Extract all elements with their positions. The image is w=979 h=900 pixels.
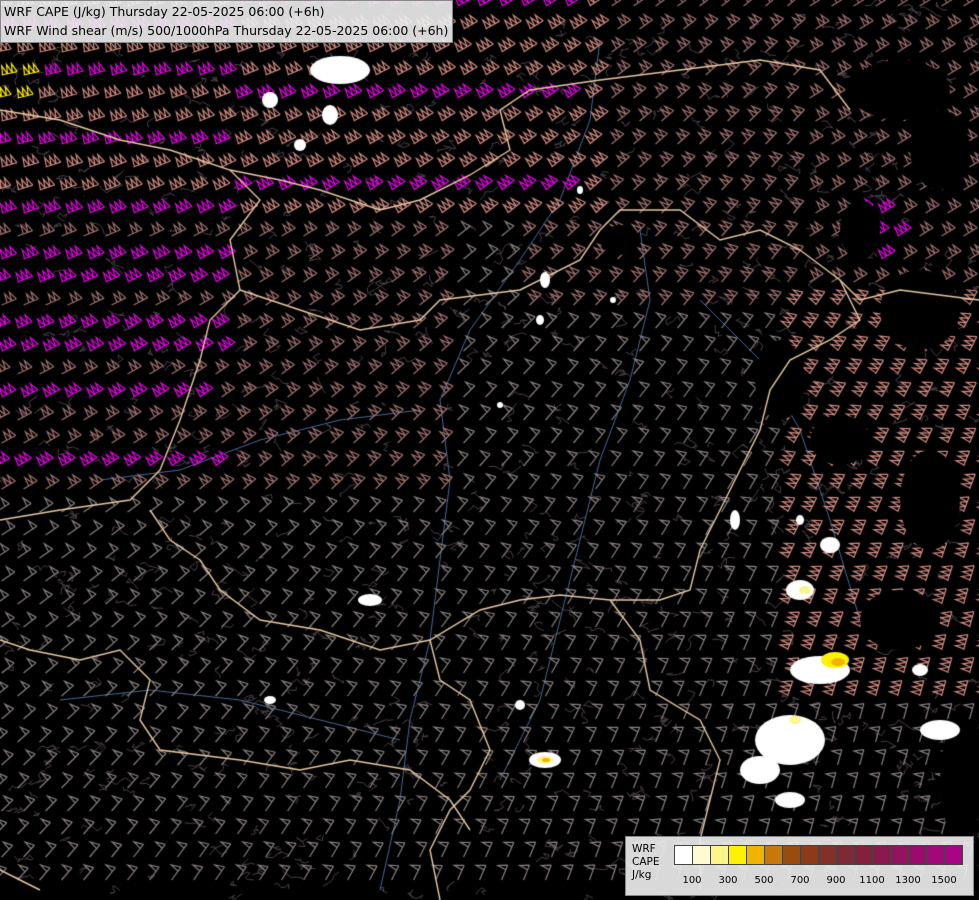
legend-color-scale [674,845,963,865]
legend-tick-label: 1300 [895,875,921,886]
legend-swatch [836,845,855,865]
legend-swatch [872,845,891,865]
legend-tick-label: 500 [754,875,774,886]
legend-tick-label: 100 [682,875,702,886]
legend-title-model: WRF [632,843,656,855]
legend-tick-labels: 100 300 500 700 900 1100 1300 1500 [674,875,974,889]
cape-title: WRF CAPE (J/kg) Thursday 22-05-2025 06:0… [4,4,325,19]
legend-tick-label: 700 [790,875,810,886]
legend-swatch [926,845,945,865]
wind-shear-title: WRF Wind shear (m/s) 500/1000hPa Thursda… [4,23,449,38]
legend-swatch [764,845,783,865]
legend-swatch [800,845,819,865]
legend-title-variable: CAPE [632,856,660,868]
legend-title: WRF CAPE J/kg [632,843,659,882]
legend-swatch [818,845,837,865]
legend-swatch [674,845,693,865]
wind-shear-cape-map [0,0,979,900]
legend-swatch [728,845,747,865]
legend-swatch [944,845,963,865]
legend-swatch [908,845,927,865]
legend-swatch [746,845,765,865]
map-title-box: WRF CAPE (J/kg) Thursday 22-05-2025 06:0… [0,0,454,43]
legend-swatch [710,845,729,865]
legend-tick-label: 1500 [931,875,957,886]
legend-tick-label: 300 [718,875,738,886]
legend-swatch [692,845,711,865]
cape-legend: WRF CAPE J/kg 100 300 500 700 900 1100 1300 150… [625,836,974,896]
legend-title-unit: J/kg [632,869,652,881]
legend-swatch [854,845,873,865]
legend-swatch [890,845,909,865]
legend-tick-label: 1100 [859,875,885,886]
legend-tick-label: 900 [826,875,846,886]
legend-swatch [782,845,801,865]
